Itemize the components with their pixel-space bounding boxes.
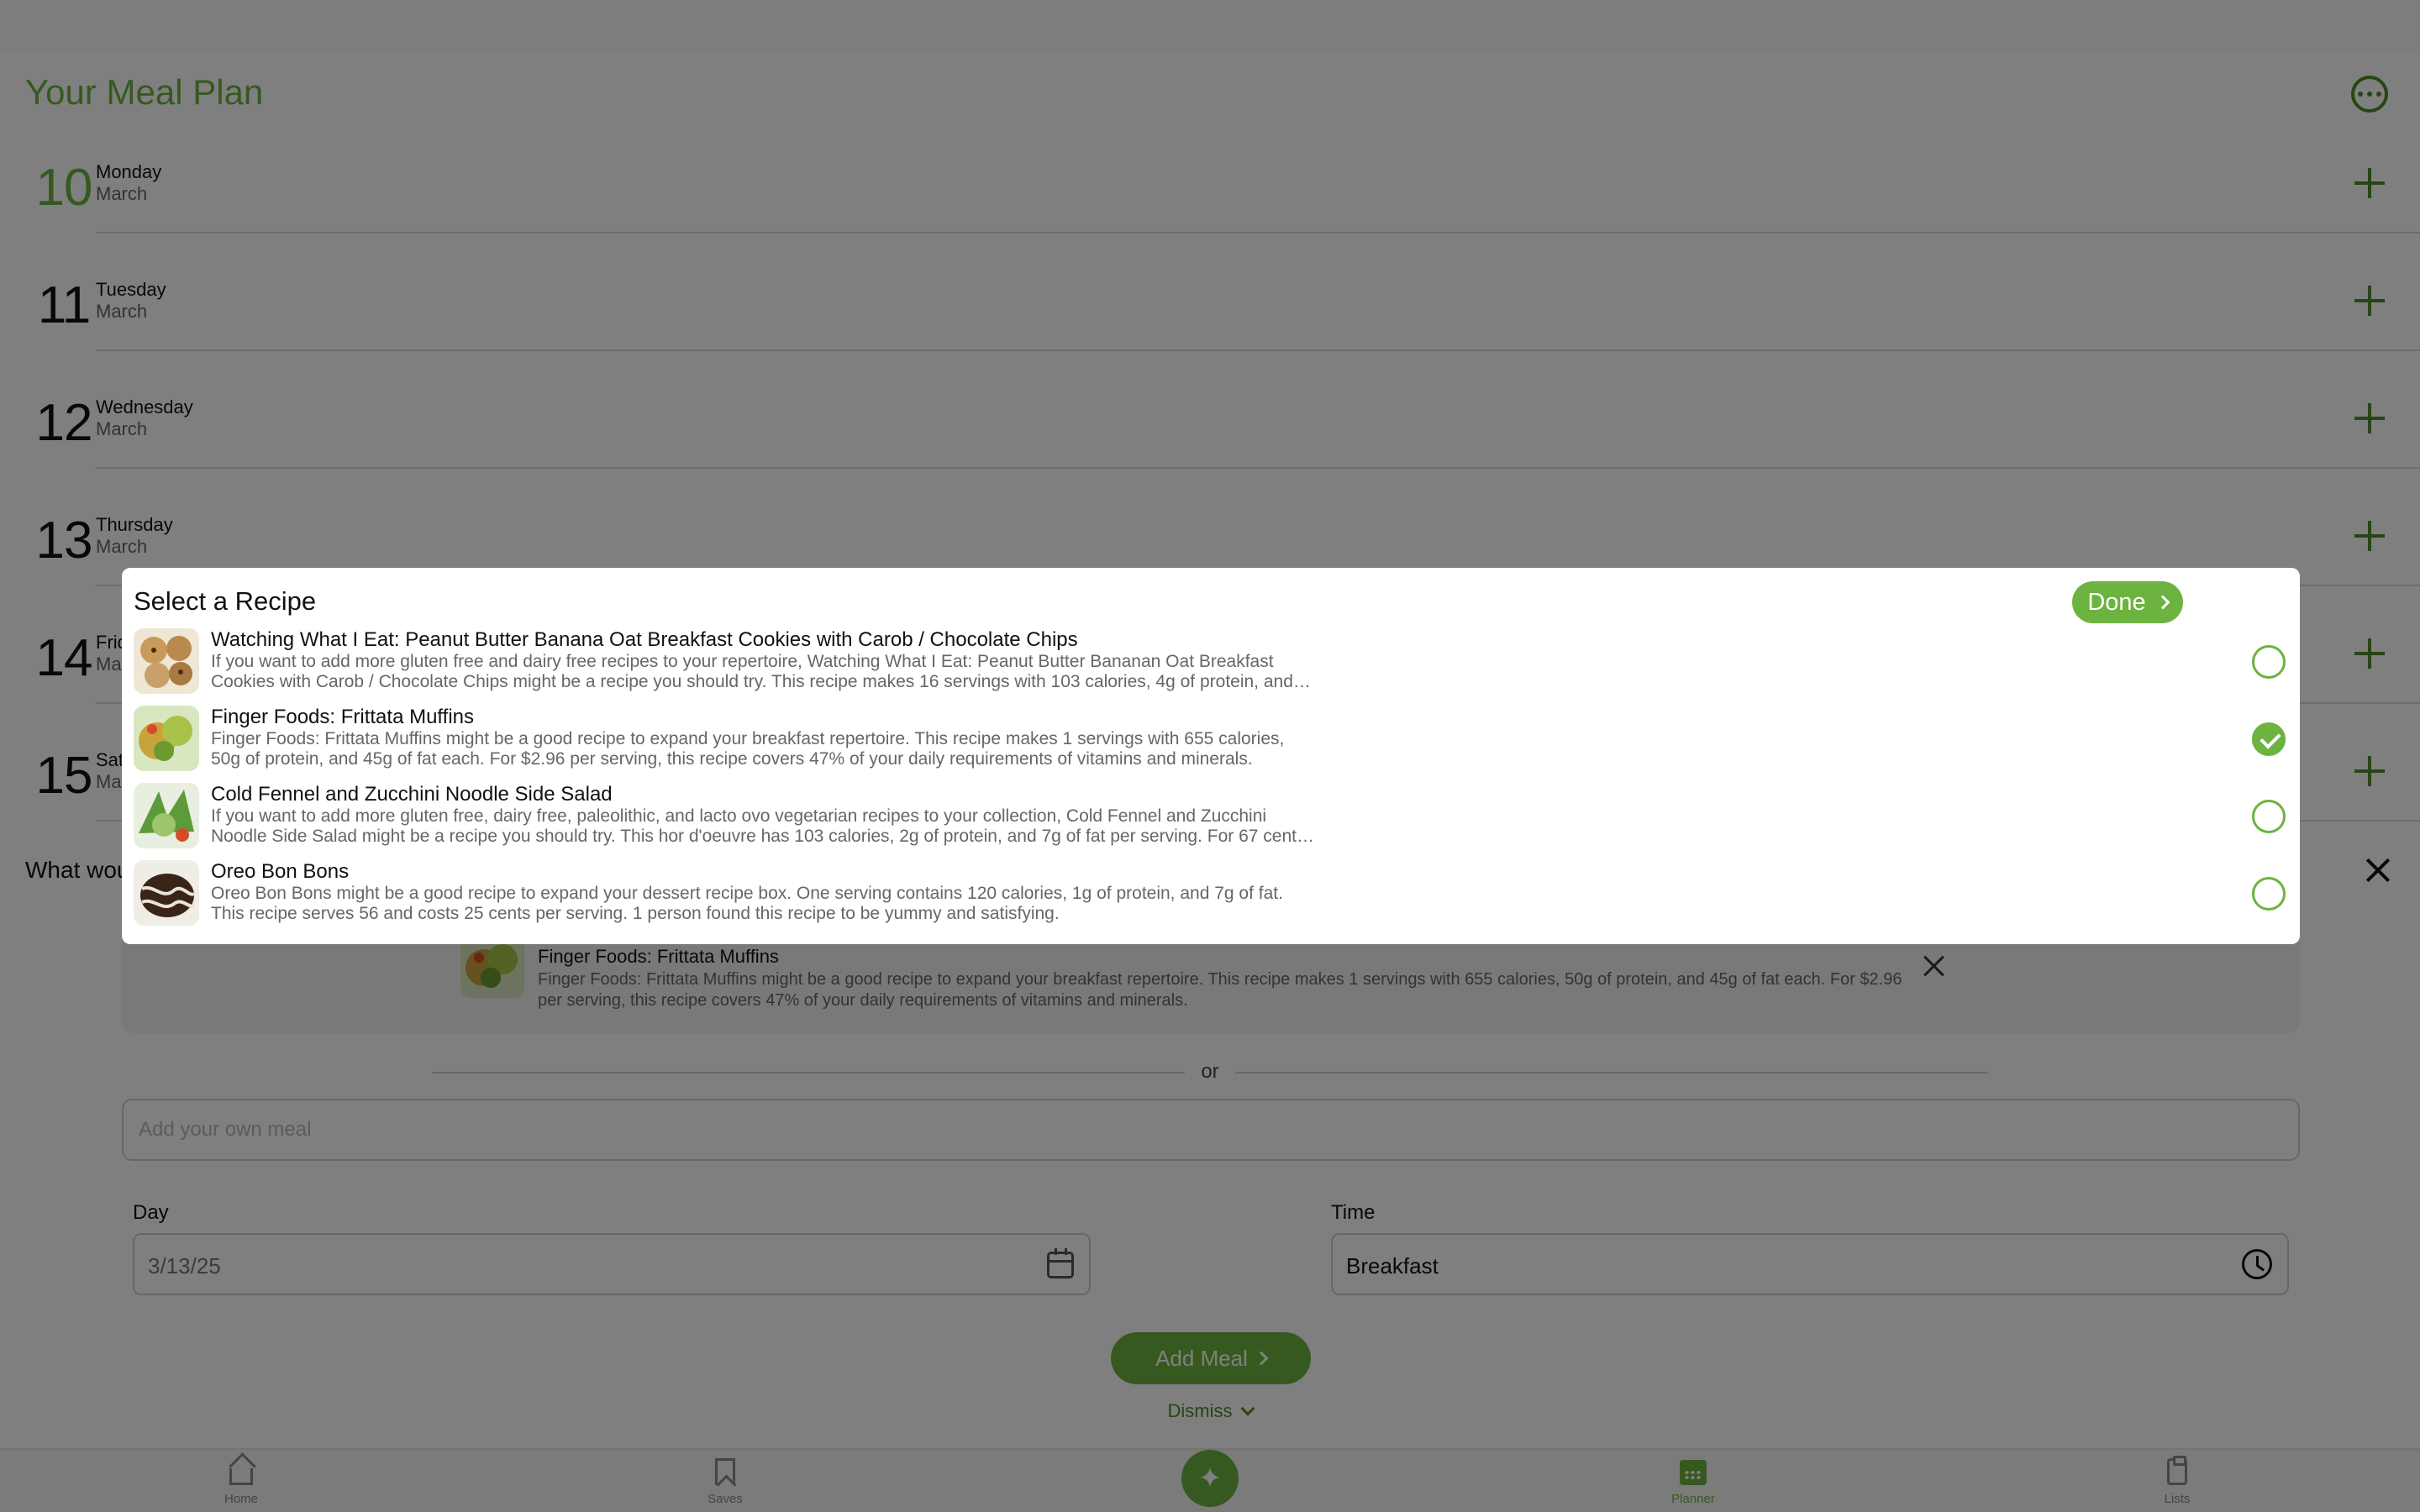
recipe-list-item[interactable]: Oreo Bon Bons Oreo Bon Bons might be a g… bbox=[134, 860, 2288, 937]
recipe-title: Oreo Bon Bons bbox=[211, 860, 350, 883]
recipe-select-radio[interactable] bbox=[2252, 645, 2286, 679]
done-button[interactable]: Done bbox=[2072, 581, 2183, 623]
select-recipe-modal: Select a Recipe Done Watching What I Eat… bbox=[122, 568, 2300, 944]
recipe-thumbnail bbox=[134, 783, 199, 848]
recipe-thumbnail bbox=[134, 628, 199, 694]
done-label: Done bbox=[2087, 588, 2146, 616]
recipe-select-radio[interactable] bbox=[2252, 800, 2286, 833]
recipe-description: If you want to add more gluten free and … bbox=[211, 652, 1293, 691]
recipe-list-item[interactable]: Finger Foods: Frittata Muffins Finger Fo… bbox=[134, 706, 2288, 783]
recipe-description: Oreo Bon Bons might be a good recipe to … bbox=[211, 884, 1283, 923]
recipe-title: Watching What I Eat: Peanut Butter Banan… bbox=[211, 628, 1078, 651]
recipe-description: If you want to add more gluten free, dai… bbox=[211, 806, 1306, 846]
recipe-list-item[interactable]: Cold Fennel and Zucchini Noodle Side Sal… bbox=[134, 783, 2288, 860]
modal-title: Select a Recipe bbox=[134, 586, 317, 616]
recipe-select-radio[interactable] bbox=[2252, 877, 2286, 911]
recipe-list-item[interactable]: Watching What I Eat: Peanut Butter Banan… bbox=[134, 628, 2288, 706]
recipe-title: Cold Fennel and Zucchini Noodle Side Sal… bbox=[211, 783, 613, 806]
recipe-title: Finger Foods: Frittata Muffins bbox=[211, 706, 475, 728]
recipe-thumbnail bbox=[134, 706, 199, 771]
chevron-right-icon bbox=[2155, 595, 2170, 610]
recipe-description: Finger Foods: Frittata Muffins might be … bbox=[211, 729, 1285, 769]
recipe-selected-check-icon[interactable] bbox=[2252, 722, 2286, 756]
recipe-thumbnail bbox=[134, 860, 199, 926]
